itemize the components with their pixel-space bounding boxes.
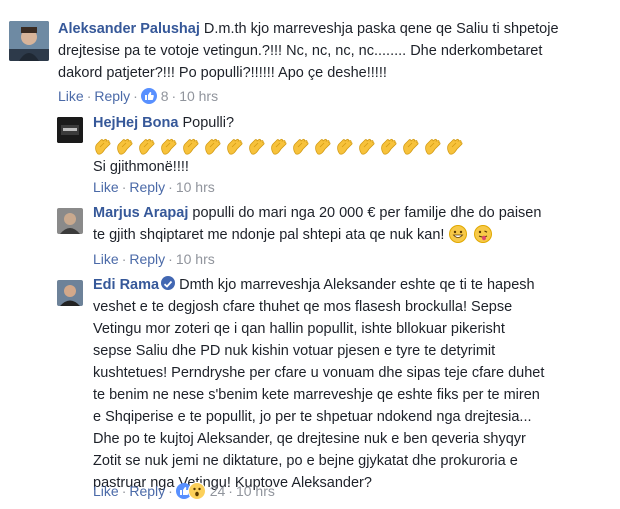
clapping-hands-emoji (401, 137, 421, 157)
comment-aleksander: Aleksander Palushaj D.m.th kjo marrevesh… (0, 0, 620, 110)
comment-text: D.m.th kjo marreveshja paska qene qe Sal… (203, 21, 559, 37)
clapping-hands-emoji (379, 137, 399, 157)
comment-body: Aleksander Palushaj D.m.th kjo marrevesh… (58, 18, 618, 84)
clapping-hands-emoji (203, 137, 223, 157)
clapping-hands-emoji (137, 137, 157, 157)
avatar[interactable] (9, 21, 49, 61)
author-name[interactable]: Aleksander Palushaj (58, 21, 200, 37)
clapping-hands-emoji (159, 137, 179, 157)
clapping-hands-emoji (313, 137, 333, 157)
reply-hejhej: HejHej Bona Populli? Si gjithmonë!!!! Li… (0, 110, 620, 200)
like-link[interactable]: Like (93, 179, 119, 195)
reply-text: te gjith shqiptaret me ndonje pal shtepi… (93, 227, 445, 243)
clapping-hands-emoji (291, 137, 311, 157)
timestamp[interactable]: 10 hrs (179, 88, 218, 104)
wow-reaction-icon[interactable] (187, 482, 206, 500)
reply-text: Populli? (182, 115, 235, 131)
comment-actions: Like · Reply · 8 · 10 hrs (58, 88, 219, 104)
avatar[interactable] (57, 117, 83, 143)
reply-text: Zotit se nuk jemi ne diktature, po e bej… (93, 453, 518, 469)
reply-body: Edi Rama Dmth kjo marreveshja Aleksander… (93, 274, 618, 494)
reply-body: HejHej Bona Populli? (93, 112, 613, 134)
verified-badge-icon (161, 276, 176, 290)
reply-link[interactable]: Reply (129, 179, 165, 195)
like-reaction-icon[interactable] (140, 88, 157, 104)
clapping-hands-emoji (115, 137, 135, 157)
like-link[interactable]: Like (93, 483, 119, 499)
clapping-hands-emoji (181, 137, 201, 157)
reply-text: kushtetues! Perndryshe per cfare u vonua… (93, 365, 545, 381)
timestamp[interactable]: 10 hrs (176, 179, 215, 195)
reply-link[interactable]: Reply (94, 88, 130, 104)
avatar[interactable] (57, 208, 83, 234)
reply-text: Dmth kjo marreveshja Aleksander eshte qe… (179, 277, 535, 293)
reply-edi-rama: Edi Rama Dmth kjo marreveshja Aleksander… (0, 272, 620, 509)
reply-actions: Like · Reply · 10 hrs (93, 179, 215, 195)
clapping-hands-emoji (357, 137, 377, 157)
reply-body: Marjus Arapaj populli do mari nga 20 000… (93, 202, 613, 246)
timestamp[interactable]: 10 hrs (236, 483, 275, 499)
reply-text-after: Si gjithmonë!!!! (93, 156, 189, 178)
reply-link[interactable]: Reply (129, 251, 165, 267)
avatar[interactable] (57, 280, 83, 306)
reply-text: Vetingu mor zoteri qe i qan hallin popul… (93, 321, 505, 337)
clapping-hands-emoji (269, 137, 289, 157)
comment-text: drejtesise pa te votoje vetingun.?!!! Nc… (58, 43, 543, 59)
clapping-hands-emoji (335, 137, 355, 157)
reply-actions: Like · Reply · 10 hrs (93, 251, 215, 267)
reply-link[interactable]: Reply (129, 483, 165, 499)
clapping-hands-emoji (225, 137, 245, 157)
reply-marjus: Marjus Arapaj populli do mari nga 20 000… (0, 200, 620, 272)
clapping-hands-emoji (247, 137, 267, 157)
like-link[interactable]: Like (58, 88, 84, 104)
reply-text: Dhe po te kujtoj Aleksander, qe drejtesi… (93, 431, 526, 447)
reply-text: Si gjithmonë!!!! (93, 159, 189, 175)
author-name[interactable]: Edi Rama (93, 277, 159, 293)
clapping-hands-emoji (423, 137, 443, 157)
reply-text: te benim ne nese s'benim kete marreveshj… (93, 387, 540, 403)
reply-text: sepse Saliu dhe PD nuk kishin votuar pje… (93, 343, 496, 359)
reaction-count[interactable]: 24 (210, 483, 226, 499)
reply-actions: Like · Reply · 24 · 10 hrs (93, 482, 275, 500)
author-name[interactable]: Marjus Arapaj (93, 205, 188, 221)
timestamp[interactable]: 10 hrs (176, 251, 215, 267)
grinning-emoji-icon (448, 225, 467, 243)
like-link[interactable]: Like (93, 251, 119, 267)
reply-text: populli do mari nga 20 000 € per familje… (192, 205, 542, 221)
tongue-emoji-icon (473, 225, 492, 243)
author-name[interactable]: HejHej Bona (93, 115, 178, 131)
comment-text: dakord patjeter?!!! Po populli?!!!!!! Ap… (58, 65, 387, 81)
reply-text: e Shqiperise e te popullit, jo per te sh… (93, 409, 532, 425)
reaction-count[interactable]: 8 (161, 88, 169, 104)
clapping-hands-emoji (93, 137, 113, 157)
reply-text: veshet e te degjosh cfare thuhet qe mos … (93, 299, 513, 315)
clapping-hands-emoji (445, 137, 465, 157)
